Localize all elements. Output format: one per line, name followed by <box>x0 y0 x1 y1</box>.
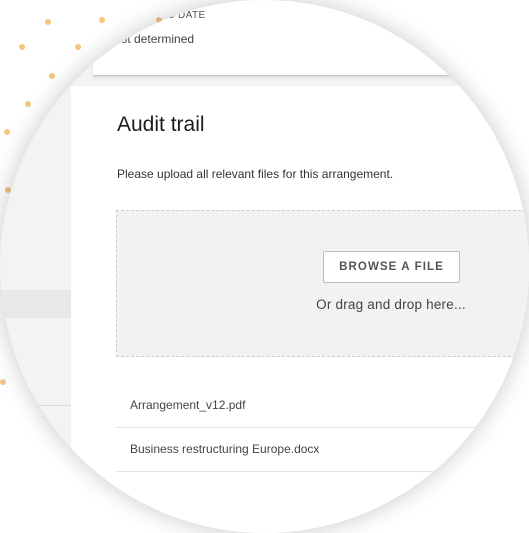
magnifier-view: REPORTING DATE Not determined Audit trai… <box>0 0 529 533</box>
file-name: Business restructuring Europe.docx <box>130 442 320 456</box>
file-name: Arrangement_v12.pdf <box>130 398 246 412</box>
sidebar-highlight <box>0 290 71 318</box>
file-row[interactable]: Arrangement_v12.pdf <box>116 385 529 428</box>
sidebar-divider <box>0 405 71 406</box>
file-dropzone[interactable] <box>116 210 529 357</box>
audit-trail-title: Audit trail <box>117 113 205 136</box>
drag-drop-hint: Or drag and drop here... <box>316 297 466 312</box>
upload-instruction: Please upload all relevant files for thi… <box>117 167 394 181</box>
file-row[interactable]: Business restructuring Europe.docx <box>116 429 529 472</box>
browse-file-button[interactable]: BROWSE A FILE <box>323 251 460 283</box>
reporting-date-label: REPORTING DATE <box>112 10 206 21</box>
reporting-date-value: Not determined <box>112 32 195 46</box>
